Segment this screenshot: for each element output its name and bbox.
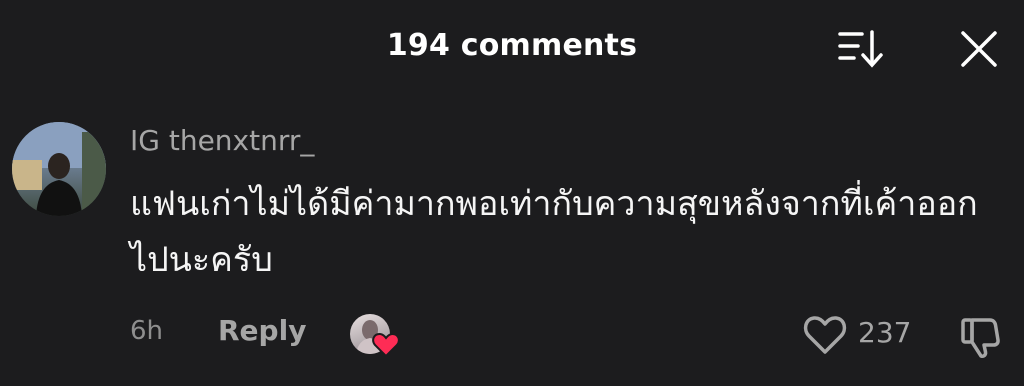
comment-username[interactable]: IG thenxtnrr_	[130, 124, 314, 157]
creator-liked-badge	[350, 314, 400, 360]
comment-timestamp: 6h	[130, 316, 164, 346]
comment-text: แฟนเก่าไม่ได้มีค่ามากพอเท่ากับความสุขหลั…	[130, 184, 978, 280]
thumbs-down-icon[interactable]	[960, 314, 1004, 360]
sort-icon[interactable]	[836, 28, 886, 70]
heart-filled-icon	[372, 332, 400, 358]
reply-button[interactable]: Reply	[218, 314, 306, 347]
heart-outline-icon[interactable]	[802, 314, 848, 356]
like-count: 237	[858, 316, 912, 349]
avatar[interactable]	[12, 122, 106, 216]
close-icon[interactable]	[958, 28, 1000, 70]
